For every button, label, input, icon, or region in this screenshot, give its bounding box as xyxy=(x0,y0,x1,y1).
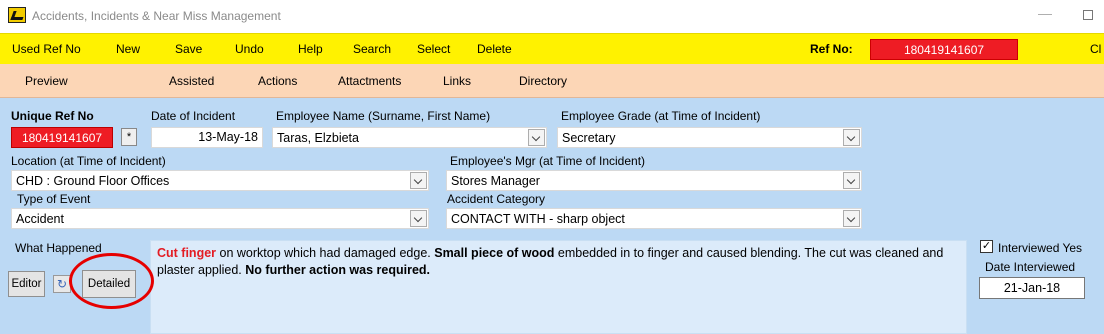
accident-category-label: Accident Category xyxy=(447,192,546,206)
chevron-down-icon[interactable] xyxy=(410,172,427,189)
chevron-down-icon[interactable] xyxy=(843,210,860,227)
unique-ref-label: Unique Ref No xyxy=(11,109,94,123)
chevron-down-icon[interactable] xyxy=(843,172,860,189)
what-happened-text[interactable]: Cut finger on worktop which had damaged … xyxy=(150,240,967,334)
maximize-button[interactable] xyxy=(1083,10,1093,20)
section-menu: Preview Assisted Actions Attactments Lin… xyxy=(0,64,1104,98)
what-happened-text-part: on worktop which had damaged edge. xyxy=(216,246,435,260)
employee-name-value: Taras, Elzbieta xyxy=(277,131,359,145)
employees-mgr-value: Stores Manager xyxy=(451,174,540,188)
tab-assisted[interactable]: Assisted xyxy=(169,74,214,88)
employee-grade-select[interactable]: Secretary xyxy=(557,127,862,148)
what-happened-bold: Small piece of wood xyxy=(434,246,555,260)
location-label: Location (at Time of Incident) xyxy=(11,154,166,168)
employees-mgr-select[interactable]: Stores Manager xyxy=(446,170,862,191)
select-button[interactable]: Select xyxy=(417,42,450,56)
tab-directory[interactable]: Directory xyxy=(519,74,567,88)
close-button[interactable]: Cl xyxy=(1090,42,1101,56)
window-title: Accidents, Incidents & Near Miss Managem… xyxy=(32,9,281,23)
chevron-down-icon[interactable] xyxy=(410,210,427,227)
detailed-button[interactable]: Detailed xyxy=(82,270,136,298)
interviewed-checkbox[interactable]: ✓ xyxy=(980,240,993,253)
employee-name-select[interactable]: Taras, Elzbieta xyxy=(272,127,547,148)
used-ref-no-button[interactable]: Used Ref No xyxy=(12,42,81,56)
new-ref-button[interactable]: * xyxy=(121,128,137,146)
tab-links[interactable]: Links xyxy=(443,74,471,88)
tab-preview[interactable]: Preview xyxy=(25,74,68,88)
ref-no-value: 180419141607 xyxy=(870,39,1018,60)
unique-ref-field[interactable]: 180419141607 xyxy=(11,127,113,148)
accident-category-value: CONTACT WITH - sharp object xyxy=(451,212,625,226)
undo-button[interactable]: Undo xyxy=(235,42,264,56)
date-interviewed-field[interactable]: 21-Jan-18 xyxy=(979,277,1085,299)
chevron-down-icon[interactable] xyxy=(528,129,545,146)
interviewed-label: Interviewed Yes xyxy=(998,241,1083,255)
what-happened-bold: No further action was required. xyxy=(245,263,431,277)
date-of-incident-label: Date of Incident xyxy=(151,109,236,123)
employee-grade-label: Employee Grade (at Time of Incident) xyxy=(561,109,761,123)
location-value: CHD : Ground Floor Offices xyxy=(16,174,170,188)
type-of-event-label: Type of Event xyxy=(17,192,91,206)
chevron-down-icon[interactable] xyxy=(843,129,860,146)
type-of-event-value: Accident xyxy=(16,212,64,226)
date-of-incident-field[interactable]: 13-May-18 xyxy=(151,127,263,148)
title-bar: Accidents, Incidents & Near Miss Managem… xyxy=(0,0,1104,33)
type-of-event-select[interactable]: Accident xyxy=(11,208,429,229)
tab-actions[interactable]: Actions xyxy=(258,74,297,88)
date-interviewed-label: Date Interviewed xyxy=(985,260,1076,274)
employee-grade-value: Secretary xyxy=(562,131,616,145)
ref-no-label: Ref No: xyxy=(810,42,853,56)
help-button[interactable]: Help xyxy=(298,42,323,56)
delete-button[interactable]: Delete xyxy=(477,42,512,56)
toolbar: Used Ref No New Save Undo Help Search Se… xyxy=(0,33,1104,64)
minimize-button[interactable]: — xyxy=(1037,6,1053,22)
search-button[interactable]: Search xyxy=(353,42,391,56)
what-happened-highlight: Cut finger xyxy=(157,246,217,260)
tab-attachments[interactable]: Attactments xyxy=(338,74,401,88)
employee-name-label: Employee Name (Surname, First Name) xyxy=(276,109,491,123)
employees-mgr-label: Employee's Mgr (at Time of Incident) xyxy=(450,154,646,168)
accident-category-select[interactable]: CONTACT WITH - sharp object xyxy=(446,208,862,229)
app-icon xyxy=(8,7,26,23)
location-select[interactable]: CHD : Ground Floor Offices xyxy=(11,170,429,191)
editor-button[interactable]: Editor xyxy=(8,271,45,297)
what-happened-label: What Happened xyxy=(15,241,102,255)
new-button[interactable]: New xyxy=(116,42,140,56)
save-button[interactable]: Save xyxy=(175,42,202,56)
